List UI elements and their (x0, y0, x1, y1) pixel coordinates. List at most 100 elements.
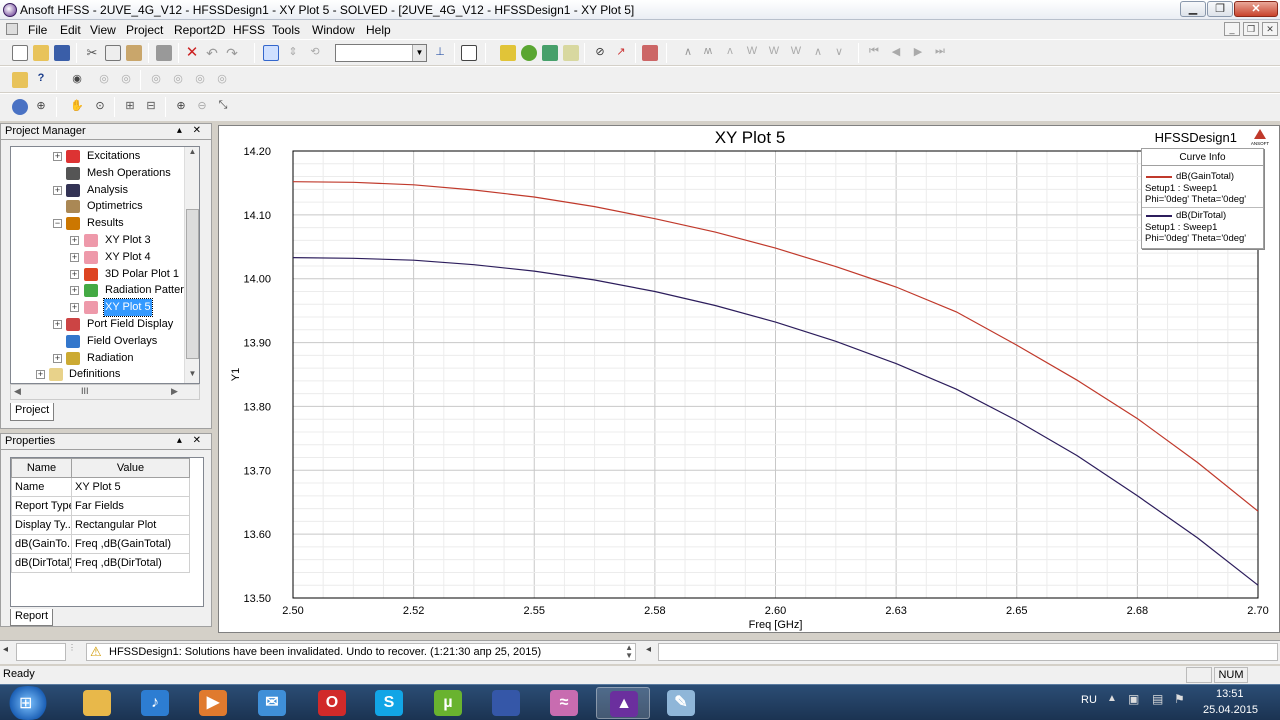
menu-edit[interactable]: Edit (60, 23, 81, 37)
validate-icon[interactable] (500, 45, 516, 61)
start-button[interactable]: ⊞ (3, 686, 53, 720)
message-filter-field[interactable] (16, 643, 66, 661)
scroll-right-icon[interactable]: ▶ (171, 386, 178, 397)
taskbar-button[interactable]: µ (421, 687, 475, 719)
new-icon[interactable] (12, 45, 28, 61)
wave8-icon[interactable]: ∨ (831, 45, 847, 61)
select-icon[interactable] (263, 45, 279, 61)
expand-icon[interactable]: + (53, 152, 62, 161)
panel-pin-close-icon[interactable]: ▴ ✕ (177, 125, 205, 136)
properties-pin-close-icon[interactable]: ▴ ✕ (177, 435, 205, 446)
tree-node[interactable]: + Excitations (11, 148, 186, 165)
tree-node[interactable]: + Port Field Display (11, 316, 186, 333)
scroll-up-icon[interactable]: ▲ (186, 147, 199, 161)
view4-icon[interactable]: ◎ (148, 72, 164, 88)
fit-selection-icon[interactable]: ⊟ (143, 99, 159, 115)
taskbar-button[interactable] (479, 687, 533, 719)
whats-this-icon[interactable]: ? (33, 72, 49, 88)
tree-node[interactable]: + XY Plot 4 (11, 249, 186, 266)
mdi-close-button[interactable]: ✕ (1262, 22, 1278, 36)
view3-icon[interactable]: ◎ (118, 72, 134, 88)
view6-icon[interactable]: ◎ (192, 72, 208, 88)
copy-icon[interactable] (105, 45, 121, 61)
tree-node[interactable]: + XY Plot 3 (11, 232, 186, 249)
pan-icon[interactable]: ⊘ (592, 45, 608, 61)
menu-report2d[interactable]: Report2D (174, 23, 225, 37)
expand-icon[interactable]: + (36, 370, 45, 380)
property-row[interactable]: Display Ty... Rectangular Plot (11, 515, 190, 535)
message-expand-icon[interactable]: ◂ (3, 644, 13, 660)
tray-flag-icon[interactable]: ⚑ (1174, 692, 1185, 706)
message-spin-icon[interactable]: ▲ ▼ (625, 644, 633, 660)
tree-node[interactable]: Mesh Operations (11, 165, 186, 182)
tree-node[interactable]: + XY Plot 5 (11, 298, 186, 318)
rotate-icon[interactable]: ⟲ (307, 45, 323, 61)
scroll-thumb[interactable]: III (81, 386, 89, 396)
paste-icon[interactable] (126, 45, 142, 61)
property-value[interactable]: Freq ,dB(DirTotal) (71, 553, 190, 573)
fit-all-icon[interactable]: ⊞ (122, 99, 138, 115)
tree-node[interactable]: Optimetrics (11, 198, 186, 215)
clock-date[interactable]: 25.04.2015 (1203, 704, 1258, 716)
curve-info-legend[interactable]: Curve Info dB(GainTotal) Setup1 : Sweep1… (1141, 148, 1264, 249)
property-value[interactable]: Rectangular Plot (71, 515, 190, 535)
cut-icon[interactable]: ✂ (84, 45, 100, 61)
orient-icon[interactable]: ⤡ (215, 99, 231, 115)
plot-icon[interactable]: ↗ (613, 45, 629, 61)
project-tree[interactable]: + Excitations Mesh Operations + Analysis Opti… (10, 146, 200, 384)
save-icon[interactable] (54, 45, 70, 61)
view7-icon[interactable]: ◎ (214, 72, 230, 88)
menu-window[interactable]: Window (312, 23, 355, 37)
maximize-button[interactable]: ❐ (1207, 1, 1233, 17)
property-row[interactable]: dB(DirTotal) Freq ,dB(DirTotal) (11, 553, 190, 573)
taskbar-button[interactable]: ✉ (245, 687, 299, 719)
model-icon[interactable] (12, 99, 28, 115)
expand-icon[interactable]: + (53, 185, 62, 195)
taskbar-button[interactable]: ≈ (537, 687, 591, 719)
chart-area[interactable]: 2.50 2.52 2.55 2.58 2.60 2.63 2.65 2.68 2.70 13.5… (219, 126, 1280, 634)
taskbar-button[interactable]: O (305, 687, 359, 719)
first-icon[interactable]: ⏮ (866, 45, 882, 61)
undo-icon[interactable]: ↶ (204, 45, 220, 61)
wave-icon[interactable]: ∧ (680, 45, 696, 61)
minimize-button[interactable]: ▁ (1180, 1, 1206, 17)
tree-vscroll[interactable]: ▲ ▼ (184, 147, 199, 383)
menu-help[interactable]: Help (366, 23, 391, 37)
menu-hfss[interactable]: HFSS (233, 23, 265, 37)
expand-icon[interactable]: + (53, 353, 62, 363)
expand-icon[interactable]: + (70, 269, 79, 279)
tree-node[interactable]: +3D Polar Plot 1 (11, 266, 186, 283)
analyze-icon[interactable] (521, 45, 537, 61)
wave5-icon[interactable]: W (766, 45, 782, 61)
help-topics-icon[interactable] (12, 72, 28, 88)
hand-pan-icon[interactable]: ✋ (69, 99, 85, 115)
menu-file[interactable]: File (28, 23, 47, 37)
property-value[interactable]: XY Plot 5 (71, 477, 190, 497)
menu-tools[interactable]: Tools (272, 23, 300, 37)
taskbar-button[interactable]: S (362, 687, 416, 719)
field-icon[interactable] (563, 45, 579, 61)
coordinate-icon[interactable]: ⊥ (432, 45, 448, 61)
tree-node[interactable]: + Definitions (11, 366, 186, 383)
expand-icon[interactable]: + (70, 286, 79, 296)
open-icon[interactable] (33, 45, 49, 61)
view5-icon[interactable]: ◎ (170, 72, 186, 88)
menu-project[interactable]: Project (126, 23, 163, 37)
tab-project[interactable]: Project (10, 403, 55, 421)
wave3-icon[interactable]: ʌ (722, 45, 738, 61)
property-value[interactable]: Freq ,dB(GainTotal) (71, 534, 190, 554)
tree-node[interactable]: + Radiation (11, 350, 186, 367)
expand-icon[interactable]: + (70, 252, 79, 262)
move-icon[interactable]: ⇕ (285, 45, 301, 61)
view-icon[interactable]: ◉ (69, 72, 85, 88)
menu-view[interactable]: View (90, 23, 116, 37)
wave2-icon[interactable]: ʍ (700, 45, 716, 61)
last-icon[interactable]: ⏭ (932, 45, 948, 61)
tree-node[interactable]: + Analysis (11, 182, 186, 199)
message-filter-arrow-icon[interactable]: ⋮ (68, 643, 78, 661)
next-icon[interactable]: ▶ (910, 45, 926, 61)
plot-window[interactable]: XY Plot 5 HFSSDesign1 ANSOFT 2.50 2.52 2.5… (218, 125, 1280, 633)
print-icon[interactable] (156, 45, 172, 61)
wave7-icon[interactable]: ∧ (810, 45, 826, 61)
mdi-restore-button[interactable]: ❐ (1243, 22, 1259, 36)
